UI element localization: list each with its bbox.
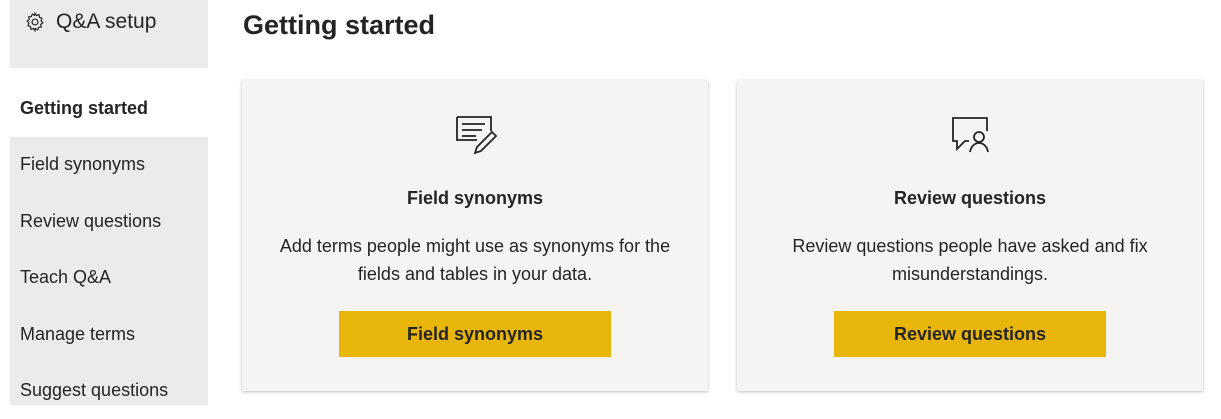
page-title: Getting started: [243, 10, 435, 41]
document-edit-icon: [452, 112, 498, 158]
sidebar-divider: [10, 68, 208, 80]
review-questions-card: Review questions Review questions people…: [737, 80, 1203, 391]
sidebar-item-suggest-questions[interactable]: Suggest questions: [10, 363, 208, 419]
sidebar-title: Q&A setup: [56, 10, 156, 34]
card-title: Review questions: [737, 188, 1203, 209]
sidebar: Q&A setup Getting started Field synonyms…: [10, 0, 208, 405]
card-title: Field synonyms: [242, 188, 708, 209]
card-description: Review questions people have asked and f…: [757, 232, 1183, 288]
sidebar-item-getting-started[interactable]: Getting started: [10, 80, 208, 137]
field-synonyms-card: Field synonyms Add terms people might us…: [242, 80, 708, 391]
sidebar-item-review-questions[interactable]: Review questions: [10, 193, 208, 250]
main-content: Getting started Field synonyms Add terms…: [208, 0, 1221, 405]
sidebar-item-field-synonyms[interactable]: Field synonyms: [10, 137, 208, 194]
sidebar-header: Q&A setup: [10, 0, 208, 68]
review-questions-button[interactable]: Review questions: [834, 311, 1106, 357]
chat-person-icon: [947, 112, 993, 158]
card-description: Add terms people might use as synonyms f…: [262, 232, 688, 288]
field-synonyms-button[interactable]: Field synonyms: [339, 311, 611, 357]
sidebar-item-teach-qa[interactable]: Teach Q&A: [10, 250, 208, 307]
gear-icon: [24, 11, 46, 33]
sidebar-item-manage-terms[interactable]: Manage terms: [10, 306, 208, 363]
